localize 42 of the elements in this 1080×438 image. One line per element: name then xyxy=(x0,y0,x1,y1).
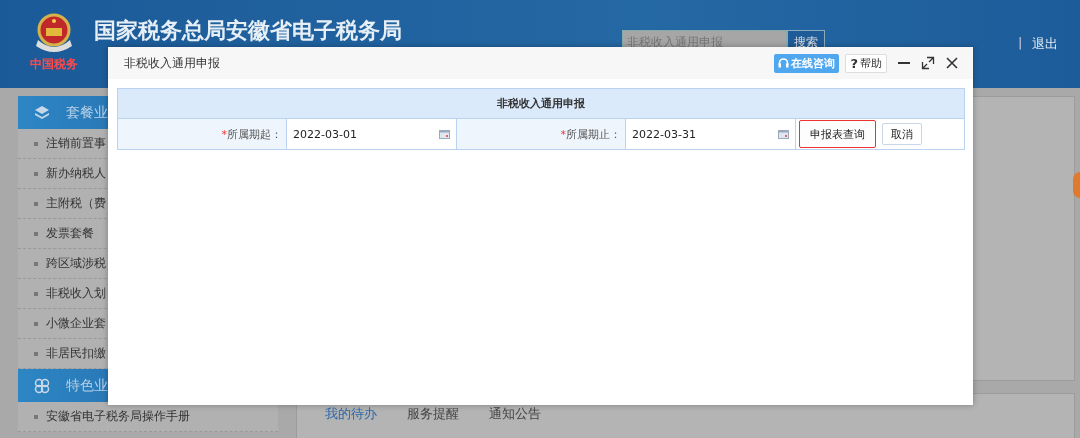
bullet-icon xyxy=(34,291,38,296)
item-label: 注销前置事 xyxy=(46,135,106,152)
item-label: 新办纳税人 xyxy=(46,165,106,182)
separator: | xyxy=(1018,35,1023,50)
panel-tab[interactable]: 服务提醒 xyxy=(407,404,459,424)
bullet-icon xyxy=(34,141,38,146)
item-label: 主附税（费 xyxy=(46,195,106,212)
logo-text: 中国税务 xyxy=(30,56,78,73)
item-label: 发票套餐 xyxy=(46,225,94,242)
calendar-icon xyxy=(778,129,789,139)
field-label: *所属期止： xyxy=(457,119,626,149)
date-field[interactable]: 2022-03-31 xyxy=(626,119,796,149)
panel-tab[interactable]: 通知公告 xyxy=(489,404,541,424)
item-label: 跨区域涉税 xyxy=(46,255,106,272)
sidebar-item[interactable]: 安徽省电子税务局操作手册 xyxy=(18,402,278,432)
item-label: 小微企业套 xyxy=(46,315,106,332)
clover-icon xyxy=(34,377,50,394)
close-icon[interactable] xyxy=(945,56,959,70)
help-button[interactable]: ?帮助 xyxy=(845,53,887,73)
item-label: 非居民扣缴 xyxy=(46,345,106,362)
bullet-icon xyxy=(34,414,38,419)
site-title: 国家税务总局安徽省电子税务局 xyxy=(94,17,402,45)
form-button[interactable]: 申报表查询 xyxy=(799,120,876,148)
dialog-title: 非税收入通用申报 xyxy=(124,54,221,72)
logout-link[interactable]: 退出 xyxy=(1032,35,1058,53)
headset-icon xyxy=(778,57,790,69)
item-label: 非税收入划 xyxy=(46,285,106,302)
bullet-icon xyxy=(34,351,38,356)
item-label: 安徽省电子税务局操作手册 xyxy=(46,408,190,425)
bullet-icon xyxy=(34,261,38,266)
layers-icon xyxy=(34,104,50,121)
section-title: 特色业 xyxy=(66,376,108,395)
calendar-icon xyxy=(439,129,450,139)
field-label: *所属期起： xyxy=(118,119,287,149)
maximize-icon[interactable] xyxy=(921,56,935,70)
bullet-icon xyxy=(34,321,38,326)
form-button[interactable]: 取消 xyxy=(882,123,922,145)
section-title: 套餐业 xyxy=(66,103,108,122)
bullet-icon xyxy=(34,231,38,236)
bullet-icon xyxy=(34,171,38,176)
form-title: 非税收入通用申报 xyxy=(118,89,964,119)
bullet-icon xyxy=(34,201,38,206)
